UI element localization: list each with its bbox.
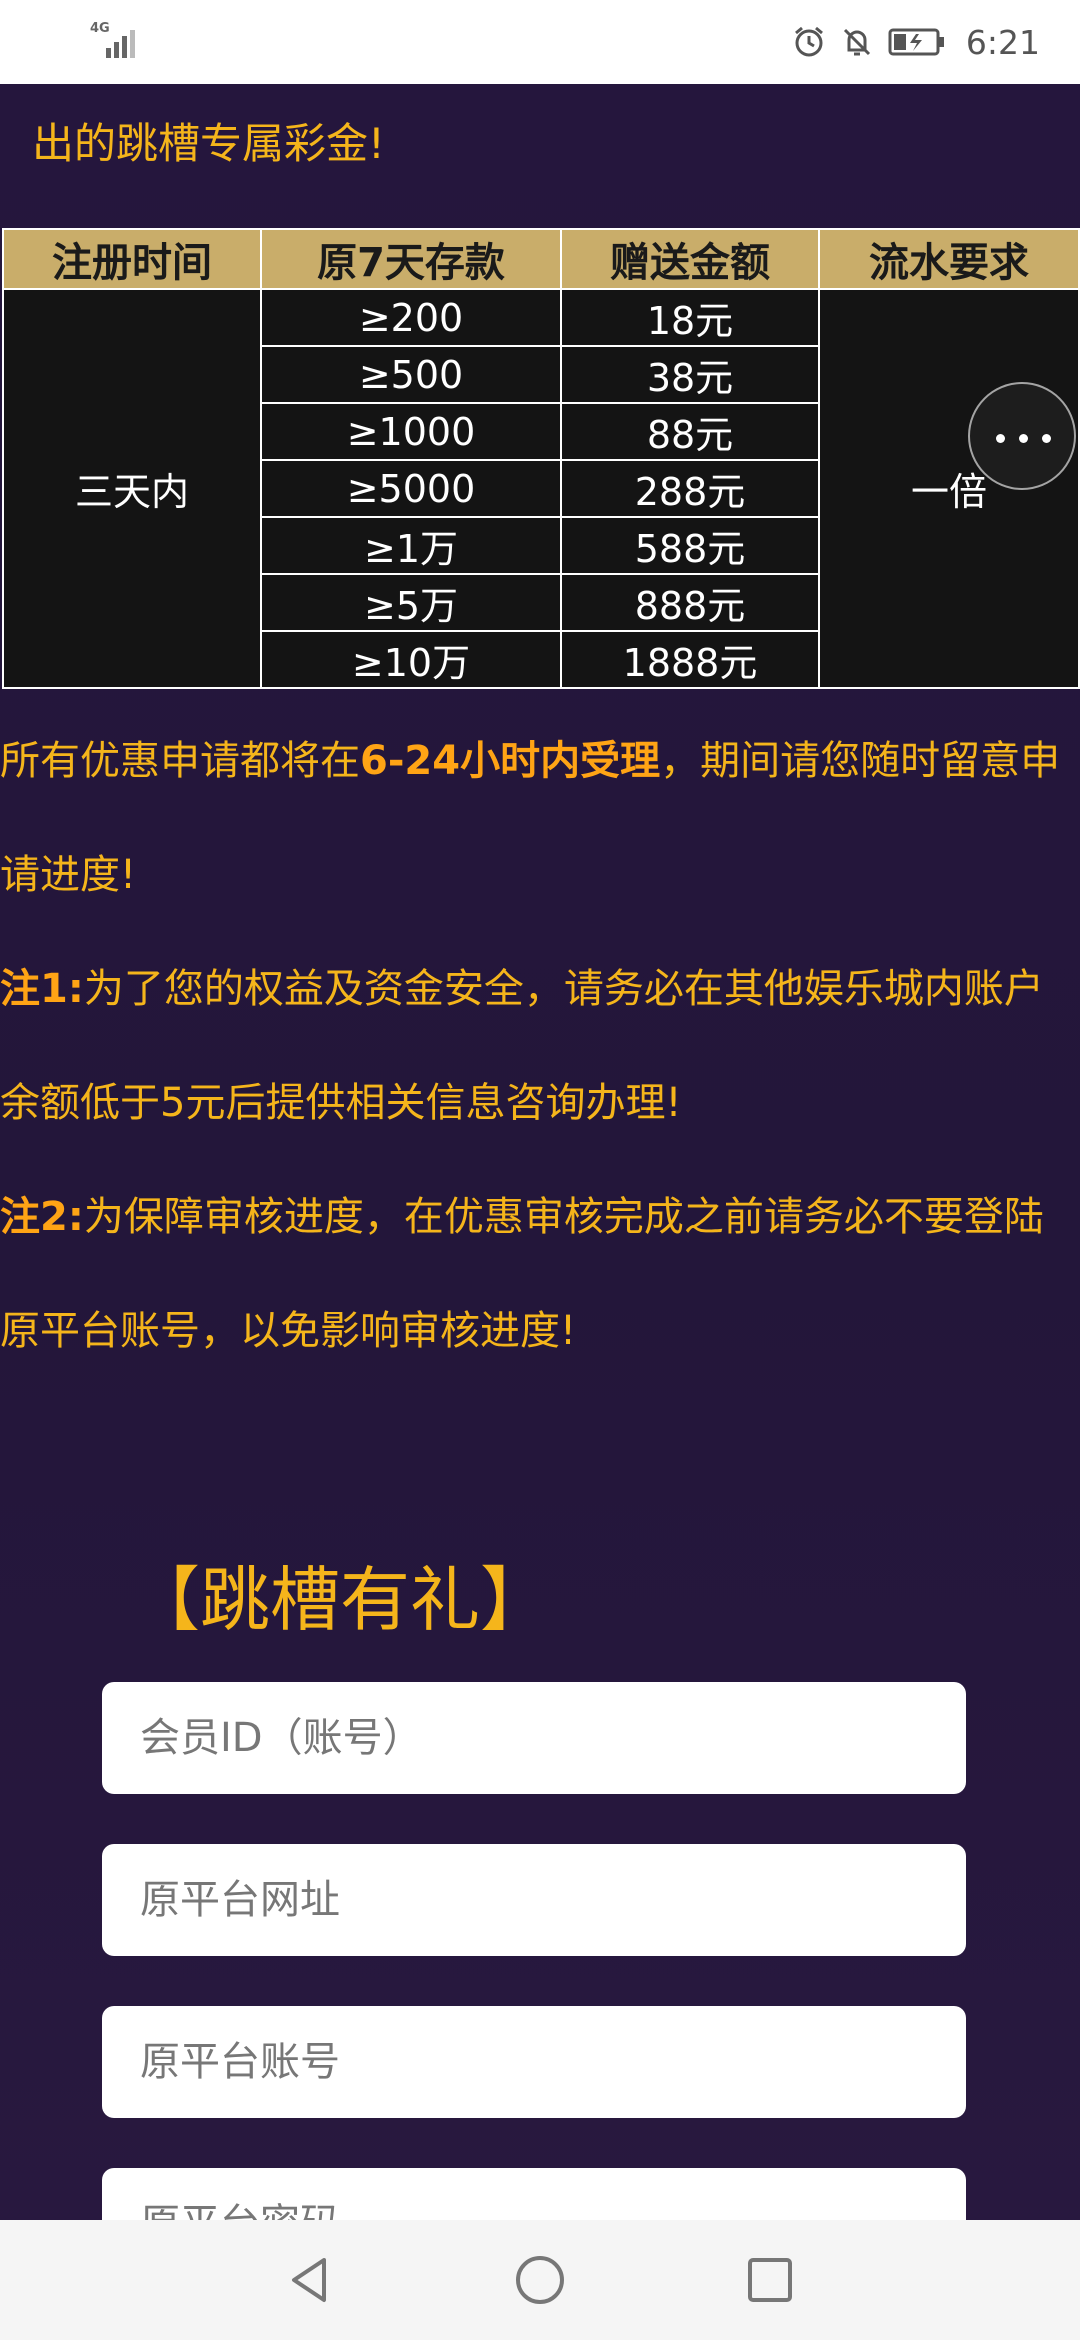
recents-icon[interactable] bbox=[740, 2250, 800, 2310]
member-id-input[interactable] bbox=[102, 1682, 966, 1794]
more-dot bbox=[1019, 434, 1028, 443]
form-title: 【跳槽有礼】 bbox=[130, 1559, 550, 1641]
deposit-cell: ≥5万 bbox=[260, 573, 562, 632]
deposit-cell: ≥500 bbox=[260, 345, 562, 404]
clock: 6:21 bbox=[965, 22, 1040, 62]
more-dot bbox=[996, 434, 1005, 443]
notice-text-part: 所有优惠申请都将在 bbox=[0, 738, 360, 784]
promo-table: 注册时间 原7天存款 赠送金额 流水要求 三天内 ≥200 18元 一倍 ≥50… bbox=[2, 228, 1080, 689]
bonus-cell: 38元 bbox=[560, 345, 820, 404]
bonus-cell: 1888元 bbox=[560, 630, 820, 689]
deposit-cell: ≥1万 bbox=[260, 516, 562, 575]
notice-text: 所有优惠申请都将在6-24小时内受理，期间请您随时留意申请进度! 注1:为了您的… bbox=[0, 704, 1080, 1388]
deposit-cell: ≥5000 bbox=[260, 459, 562, 518]
bonus-cell: 288元 bbox=[560, 459, 820, 518]
header-deposit: 原7天存款 bbox=[260, 228, 562, 290]
note-2-text: 为保障审核进度，在优惠审核完成之前请务必不要登陆原平台账号，以免影响审核进度! bbox=[0, 1194, 1044, 1354]
note-2: 注2:为保障审核进度，在优惠审核完成之前请务必不要登陆原平台账号，以免影响审核进… bbox=[0, 1160, 1080, 1388]
header-registration-time: 注册时间 bbox=[2, 228, 262, 290]
status-bar: 4G 6:21 bbox=[0, 0, 1080, 84]
deposit-cell: ≥1000 bbox=[260, 402, 562, 461]
processing-notice: 所有优惠申请都将在6-24小时内受理，期间请您随时留意申请进度! bbox=[0, 704, 1080, 932]
note-1-text: 为了您的权益及资金安全，请务必在其他娱乐城内账户余额低于5元后提供相关信息咨询办… bbox=[0, 966, 1044, 1126]
bonus-cell: 18元 bbox=[560, 288, 820, 347]
home-icon[interactable] bbox=[510, 2250, 570, 2310]
battery-charging-icon bbox=[888, 28, 944, 56]
navigation-bar bbox=[0, 2220, 1080, 2340]
bonus-cell: 588元 bbox=[560, 516, 820, 575]
back-icon[interactable] bbox=[280, 2250, 340, 2310]
alarm-icon bbox=[794, 26, 823, 57]
platform-account-input[interactable] bbox=[102, 2006, 966, 2118]
note-1: 注1:为了您的权益及资金安全，请务必在其他娱乐城内账户余额低于5元后提供相关信息… bbox=[0, 932, 1080, 1160]
mute-bell-icon bbox=[843, 28, 870, 56]
platform-url-input[interactable] bbox=[102, 1844, 966, 1956]
header-bonus: 赠送金额 bbox=[560, 228, 820, 290]
header-wagering: 流水要求 bbox=[818, 228, 1080, 290]
table-header-row: 注册时间 原7天存款 赠送金额 流水要求 bbox=[2, 228, 1080, 290]
registration-period-cell: 三天内 bbox=[2, 288, 262, 689]
intro-text: 出的跳槽专属彩金! bbox=[32, 119, 385, 168]
bonus-cell: 88元 bbox=[560, 402, 820, 461]
main-content: 出的跳槽专属彩金! 注册时间 原7天存款 赠送金额 流水要求 三天内 ≥200 … bbox=[0, 84, 1080, 2220]
deposit-cell: ≥200 bbox=[260, 288, 562, 347]
bonus-cell: 888元 bbox=[560, 573, 820, 632]
note-1-label: 注1: bbox=[0, 966, 84, 1012]
more-dot bbox=[1042, 434, 1051, 443]
wagering-cell: 一倍 bbox=[818, 288, 1080, 689]
processing-time-highlight: 6-24小时内受理 bbox=[360, 738, 661, 784]
signal-icon: 4G bbox=[90, 22, 146, 58]
table-row: 三天内 ≥200 18元 一倍 bbox=[2, 288, 1080, 689]
platform-password-input[interactable] bbox=[102, 2168, 966, 2220]
note-2-label: 注2: bbox=[0, 1194, 84, 1240]
deposit-cell: ≥10万 bbox=[260, 630, 562, 689]
more-options-button[interactable] bbox=[968, 382, 1076, 490]
